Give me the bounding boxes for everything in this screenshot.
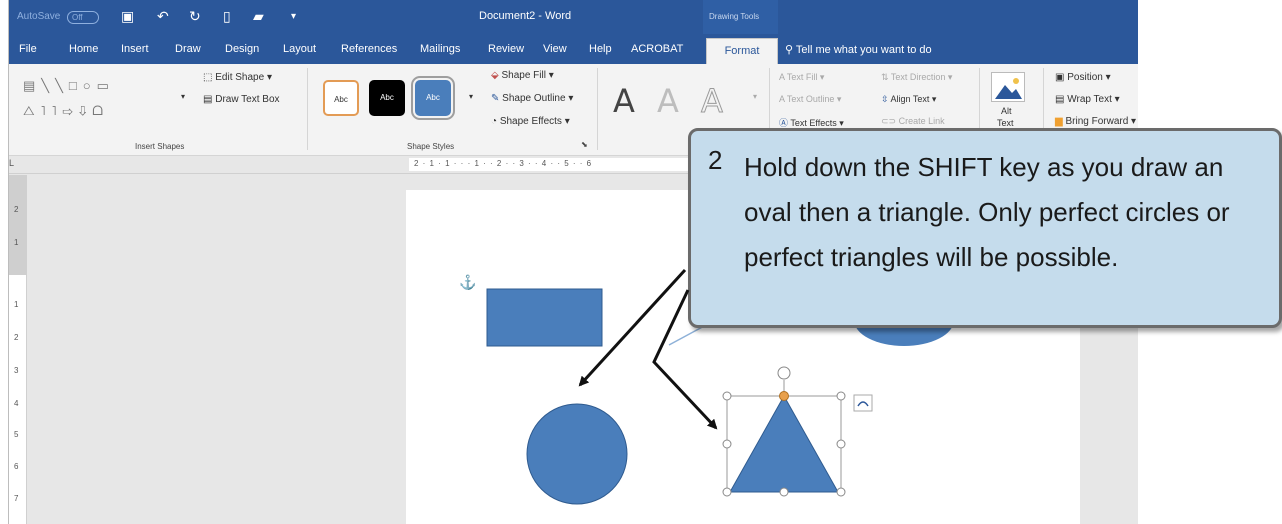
arrows-overlay (578, 268, 718, 430)
arrow-to-triangle (652, 289, 718, 430)
